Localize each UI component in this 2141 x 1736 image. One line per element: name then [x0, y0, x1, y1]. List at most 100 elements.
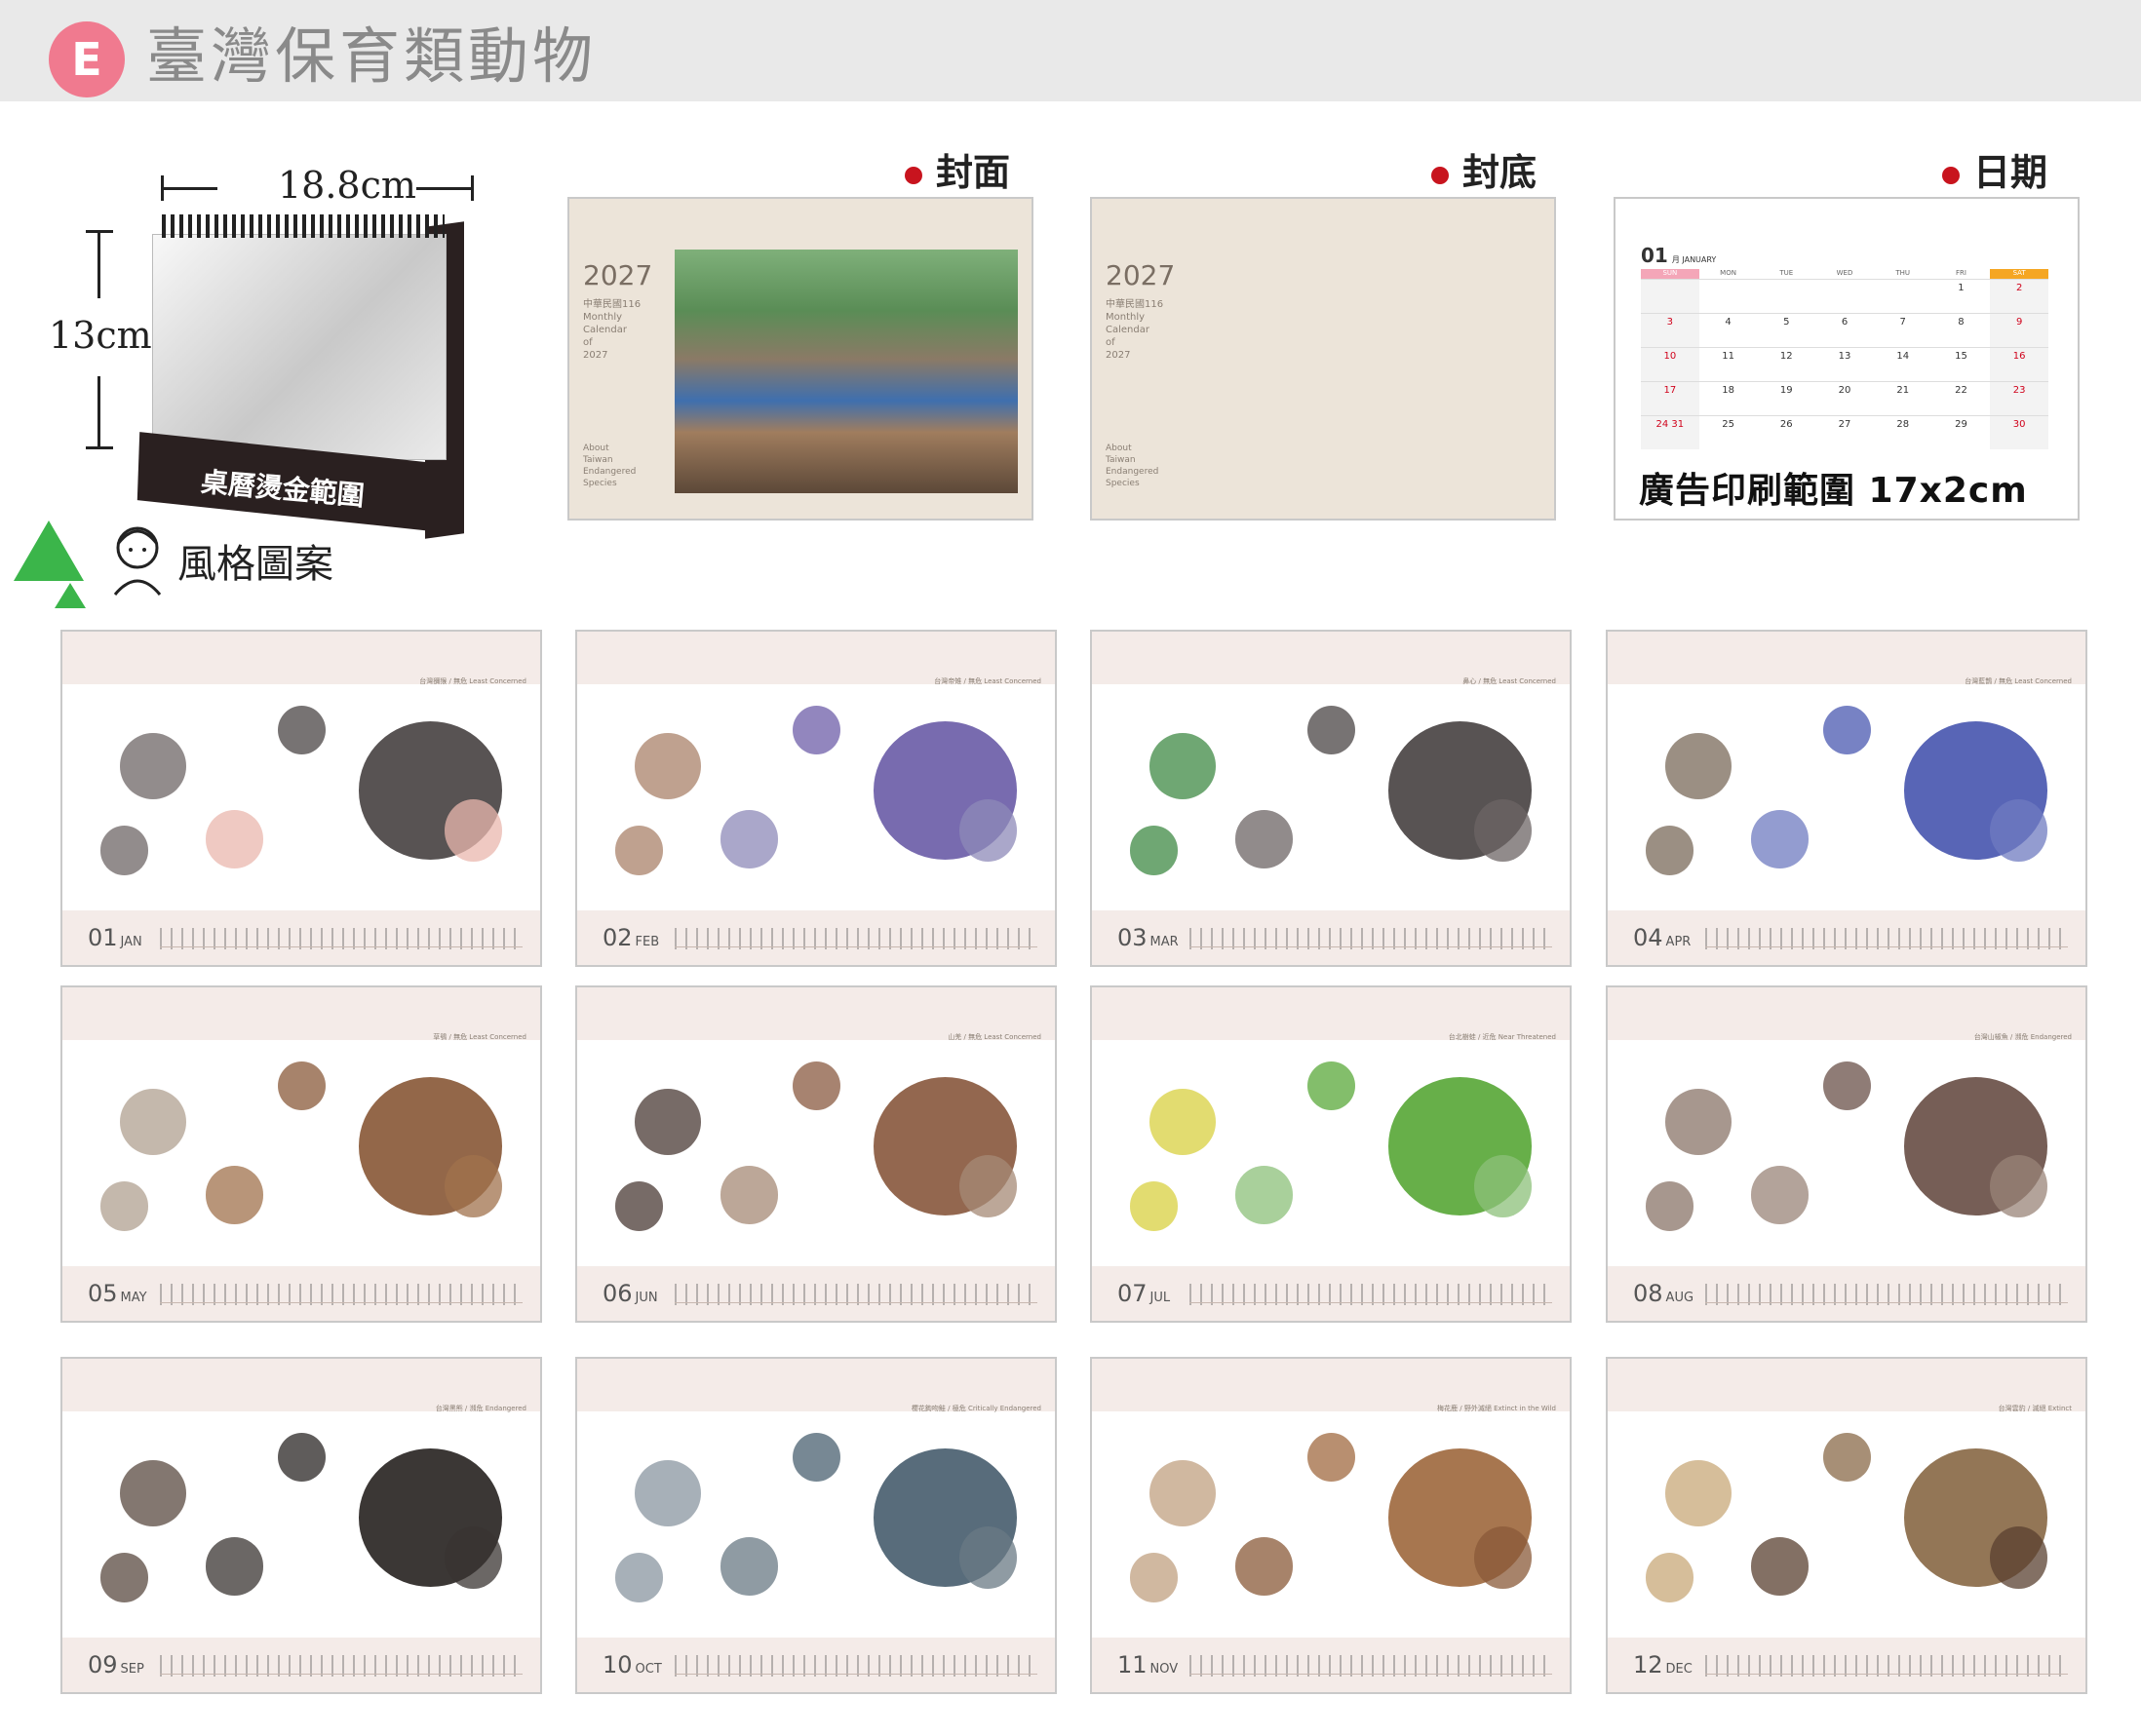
weekday-wed: WED	[1836, 269, 1853, 277]
species-note: 台灣帝雉 / 無危 Least Concerned	[934, 677, 1041, 685]
animal-shape	[1235, 810, 1293, 868]
animal-shape	[445, 799, 502, 862]
month-card-feb: 台灣帝雉 / 無危 Least Concerned 02 FEB	[575, 630, 1057, 967]
date-cell	[1757, 280, 1815, 313]
date-section-label: 日期	[1942, 142, 2047, 196]
card-date-strip: 08 AUG	[1608, 1266, 2085, 1321]
date-row: 12	[1641, 279, 2049, 313]
month-abbr: JUN	[635, 1291, 658, 1305]
animal-illustration	[577, 1415, 1055, 1638]
month-card-dec: 台灣雲豹 / 滅絕 Extinct 12 DEC	[1606, 1357, 2087, 1694]
date-rows: 1 2 3 4 5 6 7 8 9 10 11 12 13 14 15 16 17 18 19 20 21 22 23 24 …	[1641, 279, 2049, 449]
cover-section-label: 封面	[905, 142, 1010, 196]
month-abbr: APR	[1665, 935, 1692, 949]
date-row: 17 18 19 20 21 22 23	[1641, 381, 2049, 415]
animal-shape	[206, 810, 263, 868]
card-date-strip: 09 SEP	[62, 1638, 540, 1692]
animal-illustration	[577, 1044, 1055, 1266]
animal-shape	[1664, 732, 1732, 799]
card-date-strip: 11 NOV	[1092, 1638, 1570, 1692]
animal-shape	[634, 1088, 702, 1155]
date-cell: 1	[1958, 283, 1965, 293]
month-card-jun: 山羌 / 無危 Least Concerned 06 JUN	[575, 985, 1057, 1323]
animal-illustration	[1608, 1415, 2085, 1638]
animal-shape	[959, 1526, 1017, 1589]
animal-shape	[1664, 1088, 1732, 1155]
animal-shape	[277, 1433, 326, 1483]
back-section-label: 封底	[1431, 142, 1537, 196]
date-cell: 13	[1838, 351, 1851, 362]
date-cell: 7	[1899, 317, 1906, 328]
species-note: 台灣獼猴 / 無危 Least Concerned	[419, 677, 526, 685]
animal-shape	[1148, 732, 1217, 799]
animal-shape	[720, 810, 778, 868]
animal-shape	[1664, 1459, 1732, 1526]
date-row: 3 4 5 6 7 8 9	[1641, 313, 2049, 347]
species-note: 鼻心 / 無危 Least Concerned	[1462, 677, 1556, 685]
cover-panel: 2027 中華民國116 Monthly Calendar of 2027 Ab…	[567, 197, 1033, 521]
day-strip-divider	[160, 1302, 523, 1303]
animal-shape	[1306, 706, 1355, 755]
month-abbr: JUL	[1149, 1291, 1171, 1305]
girl-doodle-icon	[113, 526, 162, 596]
month-card-nov: 梅花鹿 / 野外滅絕 Extinct in the Wild 11 NOV	[1090, 1357, 1572, 1694]
animal-shape	[119, 1459, 187, 1526]
animal-shape	[100, 826, 149, 875]
month-number: 12 DEC	[1633, 1651, 1693, 1678]
date-grid: SUN MON TUE WED THU FRI SAT 1 2 3 4 5 6 7 8 9 10 11 12 13 1…	[1641, 269, 2049, 454]
date-cell	[1815, 280, 1874, 313]
date-cell	[1874, 280, 1932, 313]
cover-subtitle: 中華民國116 Monthly Calendar of 2027	[583, 299, 642, 361]
animal-shape	[1474, 1155, 1532, 1217]
day-strip-divider	[1189, 946, 1552, 947]
species-note: 台灣山椒魚 / 瀕危 Endangered	[1973, 1033, 2072, 1041]
species-note: 台灣藍鵲 / 無危 Least Concerned	[1965, 677, 2072, 685]
green-triangle-icon	[14, 521, 84, 581]
cover-year: 2027	[583, 259, 653, 291]
cover-about: About Taiwan Endangered Species	[583, 444, 637, 488]
animal-shape	[1751, 1537, 1809, 1596]
date-row: 24 31 25 26 27 28 29 30	[1641, 415, 2049, 449]
section-badge: E	[49, 21, 125, 97]
month-number: 11 NOV	[1117, 1651, 1179, 1678]
animal-illustration	[62, 688, 540, 910]
date-cell: 21	[1896, 385, 1910, 396]
animal-shape	[277, 1061, 326, 1111]
animal-illustration	[1608, 688, 2085, 910]
species-note: 草鴞 / 無危 Least Concerned	[433, 1033, 526, 1041]
date-cell: 28	[1896, 419, 1910, 430]
month-number: 06 JUN	[603, 1280, 658, 1307]
month-number: 07 JUL	[1117, 1280, 1171, 1307]
card-date-strip: 06 JUN	[577, 1266, 1055, 1321]
day-strip-divider	[160, 946, 523, 947]
spiral-binding	[162, 214, 445, 238]
animal-shape	[1646, 1553, 1694, 1602]
month-abbr: AUG	[1665, 1291, 1694, 1305]
month-card-apr: 台灣藍鵲 / 無危 Least Concerned 04 APR	[1606, 630, 2087, 967]
species-note: 台灣黑熊 / 瀕危 Endangered	[435, 1405, 526, 1412]
card-date-strip: 02 FEB	[577, 910, 1055, 965]
cover-landscape-art	[675, 250, 1018, 493]
animal-illustration	[62, 1415, 540, 1638]
animal-shape	[1990, 1526, 2047, 1589]
date-cell: 22	[1955, 385, 1967, 396]
animal-shape	[1822, 1061, 1871, 1111]
card-date-strip: 03 MAR	[1092, 910, 1570, 965]
animal-shape	[1751, 810, 1809, 868]
calendar-page	[152, 234, 447, 460]
month-card-may: 草鴞 / 無危 Least Concerned 05 MAY	[60, 985, 542, 1323]
month-number: 08 AUG	[1633, 1280, 1694, 1307]
month-abbr: FEB	[635, 935, 660, 949]
style-pattern-heading: 風格圖案	[14, 509, 335, 608]
weekday-sat: SAT	[1990, 269, 2049, 279]
animal-shape	[1306, 1061, 1355, 1111]
back-year: 2027	[1106, 259, 1176, 291]
date-cell: 15	[1955, 351, 1967, 362]
date-month: 01 月 JANUARY	[1641, 244, 1717, 267]
animal-shape	[100, 1181, 149, 1231]
day-strip-divider	[1705, 946, 2068, 947]
animal-shape	[1990, 799, 2047, 862]
date-cell: 27	[1838, 419, 1851, 430]
weekday-fri: FRI	[1955, 269, 1966, 277]
animal-illustration	[577, 688, 1055, 910]
